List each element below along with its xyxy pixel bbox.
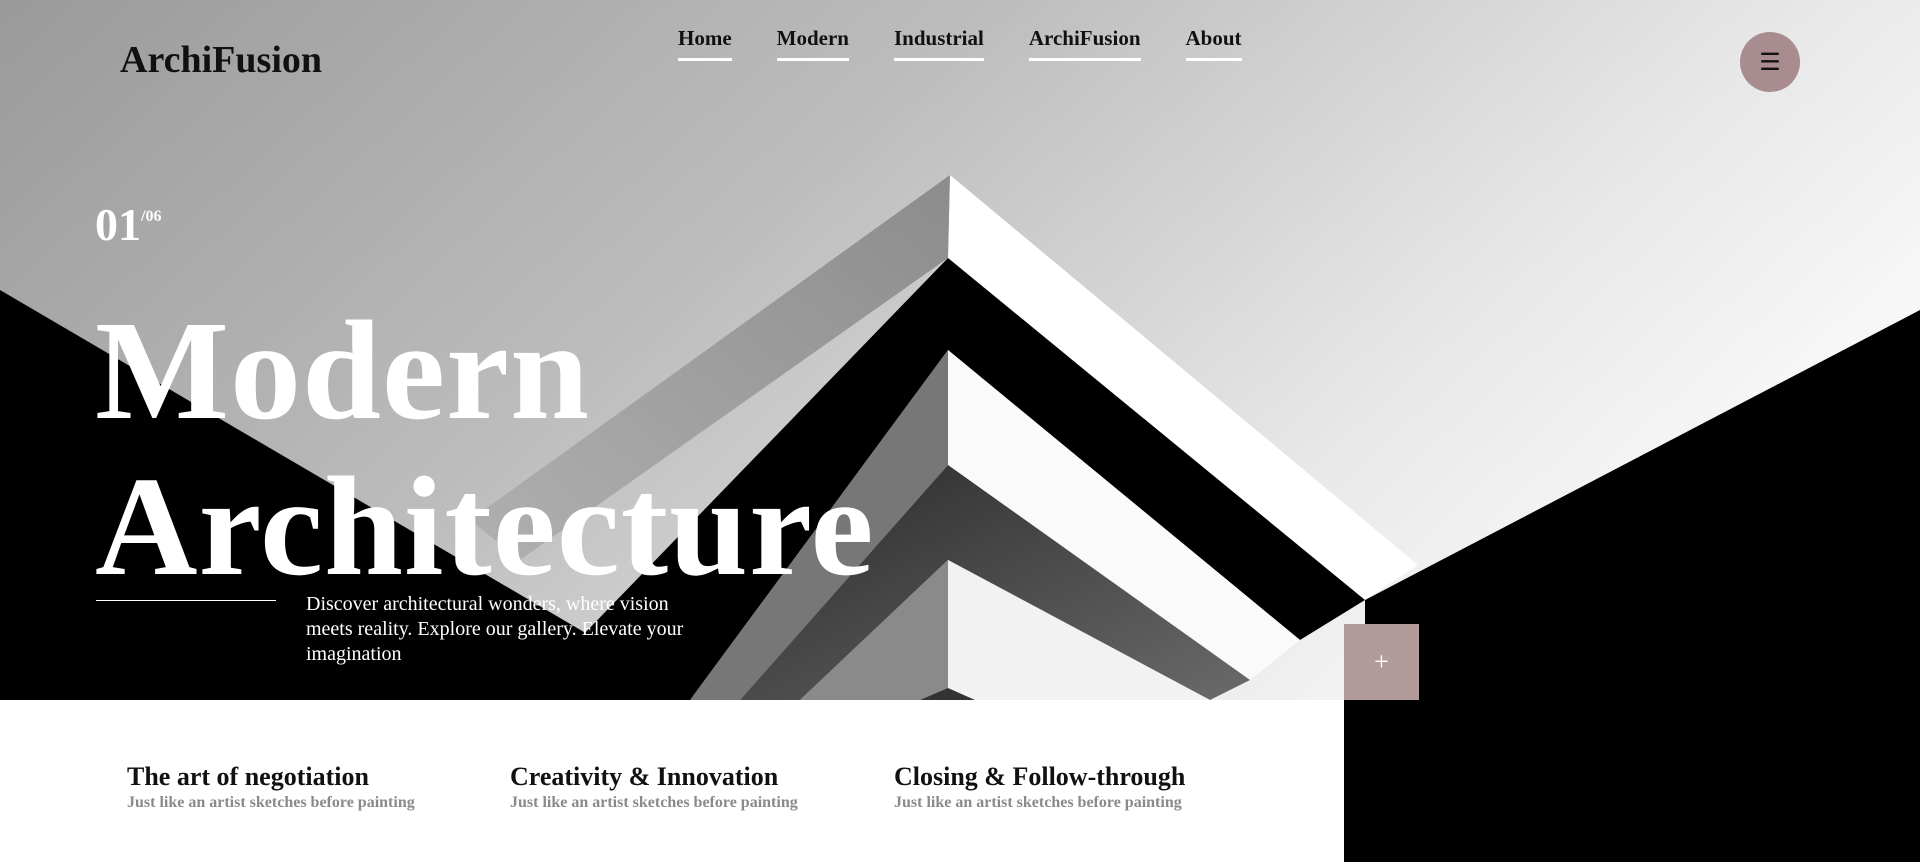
features-section: The art of negotiation Just like an arti…: [0, 700, 1344, 862]
feature-subtitle: Just like an artist sketches before pain…: [894, 794, 1182, 811]
feature-item-negotiation: The art of negotiation Just like an arti…: [127, 762, 415, 812]
corner-block: [1344, 700, 1920, 862]
hero-description: Discover architectural wonders, where vi…: [306, 593, 684, 665]
nav-item-home[interactable]: Home: [678, 26, 732, 61]
feature-subtitle: Just like an artist sketches before pain…: [127, 794, 415, 811]
slide-total: /06: [141, 208, 162, 225]
hero-title-line2: Architecture: [95, 447, 875, 605]
nav-item-modern[interactable]: Modern: [776, 26, 849, 61]
hero-title-line1: Modern: [95, 291, 591, 449]
feature-title: Creativity & Innovation: [510, 762, 779, 791]
slide-current: 01: [95, 199, 141, 250]
plus-icon: +: [1374, 647, 1389, 676]
divider-line: [96, 600, 276, 601]
hero-section: ArchiFusion Home Modern Industrial Archi…: [0, 0, 1920, 700]
feature-title: Closing & Follow-through: [894, 762, 1186, 791]
feature-item-closing: Closing & Follow-through Just like an ar…: [894, 762, 1185, 812]
hero-title: Modern Architecture: [95, 292, 875, 604]
slide-counter: 01/06: [95, 198, 161, 251]
nav-item-archifusion[interactable]: ArchiFusion: [1028, 26, 1141, 61]
expand-button[interactable]: +: [1344, 624, 1419, 700]
nav-item-industrial[interactable]: Industrial: [893, 26, 984, 61]
menu-button[interactable]: ☰: [1740, 32, 1800, 92]
main-nav: Home Modern Industrial ArchiFusion About: [678, 26, 1242, 61]
hamburger-icon: ☰: [1759, 49, 1781, 76]
brand-logo[interactable]: ArchiFusion: [120, 38, 322, 82]
feature-subtitle: Just like an artist sketches before pain…: [510, 794, 798, 811]
feature-title: The art of negotiation: [127, 762, 369, 791]
nav-item-about[interactable]: About: [1185, 26, 1242, 61]
feature-item-creativity: Creativity & Innovation Just like an art…: [510, 762, 798, 812]
